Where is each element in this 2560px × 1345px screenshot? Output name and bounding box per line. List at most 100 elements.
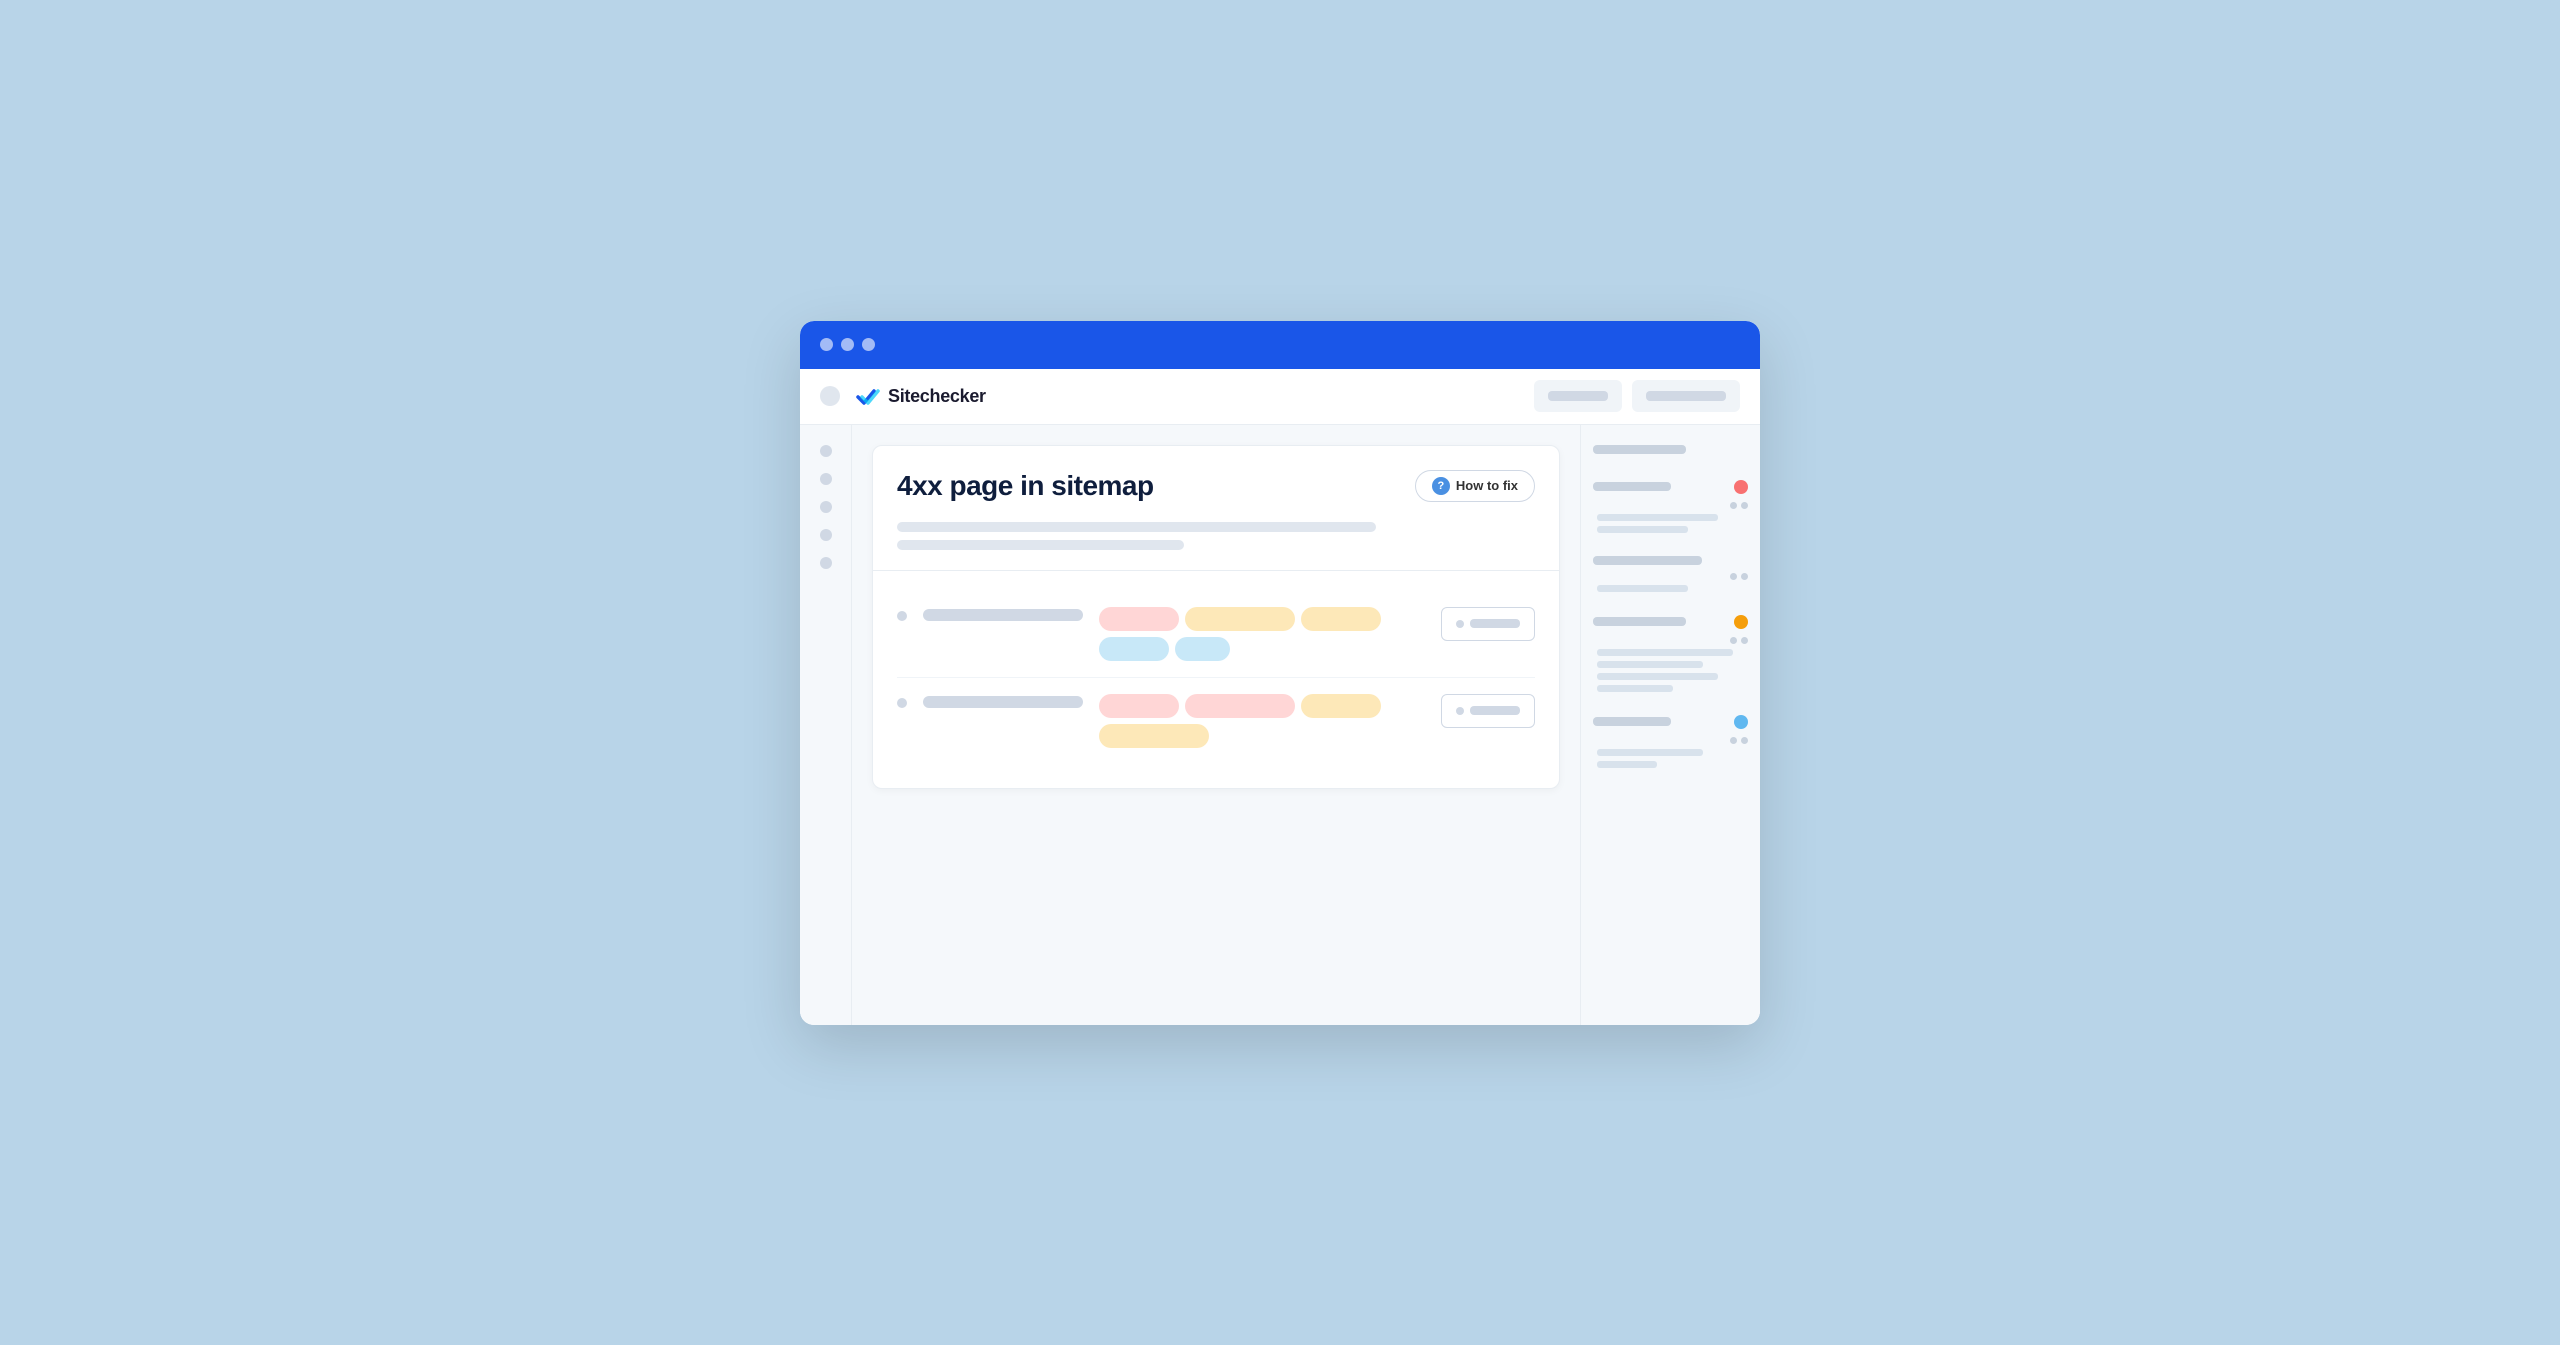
panel-sub-bars-3: [1593, 573, 1748, 592]
logo-area: Sitechecker: [852, 382, 1522, 410]
sub-bar-5-1: [1597, 749, 1703, 756]
panel-dot-4: [1741, 573, 1748, 580]
panel-section-1: [1593, 445, 1748, 462]
browser-nav-icon: [820, 386, 840, 406]
indicator-orange: [1734, 615, 1748, 629]
panel-sub-bars-5: [1593, 737, 1748, 768]
toolbar-buttons: [1534, 380, 1740, 412]
panel-dot-1: [1730, 502, 1737, 509]
right-panel: [1580, 425, 1760, 1025]
tag-pink-3: [1185, 694, 1295, 718]
desc-bar-2: [897, 540, 1184, 550]
row-tags-2: [1099, 694, 1425, 748]
browser-titlebar: [800, 321, 1760, 369]
row-dot-1: [897, 611, 907, 621]
panel-row-3: [1593, 556, 1748, 565]
browser-body: 4xx page in sitemap ? How to fix: [800, 425, 1760, 1025]
tag-orange-4: [1099, 724, 1209, 748]
sidebar-dot-3: [820, 501, 832, 513]
content-card: 4xx page in sitemap ? How to fix: [872, 445, 1560, 789]
panel-dot-3: [1730, 573, 1737, 580]
tag-orange-3: [1301, 694, 1381, 718]
panel-dot-5: [1730, 637, 1737, 644]
panel-dots-4: [1597, 637, 1748, 644]
panel-sub-bars-2: [1593, 502, 1748, 533]
row-dot-2: [897, 698, 907, 708]
panel-section-5: [1593, 715, 1748, 773]
sub-bar-2-1: [1597, 514, 1718, 521]
panel-bar-3: [1593, 556, 1702, 565]
traffic-light-1: [820, 338, 833, 351]
panel-bar-1: [1593, 445, 1686, 454]
panel-dots-5: [1597, 737, 1748, 744]
how-to-fix-label: How to fix: [1456, 478, 1518, 493]
tag-orange-2: [1301, 607, 1381, 631]
row-action-btn-2[interactable]: [1441, 694, 1535, 728]
panel-sub-bars-4: [1593, 637, 1748, 692]
browser-toolbar: Sitechecker: [800, 369, 1760, 425]
sub-bar-4-2: [1597, 661, 1703, 668]
panel-section-4: [1593, 615, 1748, 697]
card-header: 4xx page in sitemap ? How to fix: [897, 470, 1535, 502]
panel-dots-3: [1597, 573, 1748, 580]
table-row-2: [897, 678, 1535, 764]
row-url-2: [923, 696, 1083, 708]
panel-bar-4: [1593, 617, 1686, 626]
indicator-red: [1734, 480, 1748, 494]
action-btn-bar-2: [1470, 706, 1520, 715]
sidebar-dot-1: [820, 445, 832, 457]
action-btn-bar-1: [1470, 619, 1520, 628]
toolbar-btn-2[interactable]: [1632, 380, 1740, 412]
panel-dot-2: [1741, 502, 1748, 509]
sidebar: [800, 425, 852, 1025]
page-title: 4xx page in sitemap: [897, 470, 1154, 502]
tag-blue-1: [1099, 637, 1169, 661]
sub-bar-5-2: [1597, 761, 1657, 768]
divider: [873, 570, 1559, 571]
sub-bar-4-4: [1597, 685, 1673, 692]
panel-dots-2: [1597, 502, 1748, 509]
sub-bar-2-2: [1597, 526, 1688, 533]
panel-row-2: [1593, 480, 1748, 494]
row-action-btn-1[interactable]: [1441, 607, 1535, 641]
traffic-lights: [820, 338, 875, 351]
panel-bar-5: [1593, 717, 1671, 726]
panel-section-3: [1593, 556, 1748, 597]
sidebar-dot-2: [820, 473, 832, 485]
action-btn-dot-1: [1456, 620, 1464, 628]
action-btn-dot-2: [1456, 707, 1464, 715]
toolbar-btn-1[interactable]: [1534, 380, 1622, 412]
indicator-blue: [1734, 715, 1748, 729]
toolbar-btn-1-bar: [1548, 391, 1608, 401]
toolbar-btn-2-bar: [1646, 391, 1726, 401]
panel-row-4: [1593, 615, 1748, 629]
tag-pink-1: [1099, 607, 1179, 631]
sidebar-dot-5: [820, 557, 832, 569]
sidebar-dot-4: [820, 529, 832, 541]
panel-row-1: [1593, 445, 1748, 454]
panel-dot-6: [1741, 637, 1748, 644]
row-url-1: [923, 609, 1083, 621]
sub-bar-3-1: [1597, 585, 1688, 592]
panel-dot-8: [1741, 737, 1748, 744]
traffic-light-3: [862, 338, 875, 351]
panel-dot-7: [1730, 737, 1737, 744]
tag-blue-2: [1175, 637, 1230, 661]
tag-pink-2: [1099, 694, 1179, 718]
traffic-light-2: [841, 338, 854, 351]
desc-bar-1: [897, 522, 1376, 532]
panel-row-5: [1593, 715, 1748, 729]
how-to-fix-button[interactable]: ? How to fix: [1415, 470, 1535, 502]
logo-icon: [852, 382, 880, 410]
logo-text: Sitechecker: [888, 386, 986, 407]
table-row: [897, 591, 1535, 678]
how-to-fix-icon: ?: [1432, 477, 1450, 495]
sub-bar-4-3: [1597, 673, 1718, 680]
tag-orange-1: [1185, 607, 1295, 631]
row-tags-1: [1099, 607, 1425, 661]
panel-section-2: [1593, 480, 1748, 538]
sub-bar-4-1: [1597, 649, 1733, 656]
panel-bar-2: [1593, 482, 1671, 491]
browser-window: Sitechecker 4xx page in sitemap: [800, 321, 1760, 1025]
main-content: 4xx page in sitemap ? How to fix: [852, 425, 1580, 1025]
